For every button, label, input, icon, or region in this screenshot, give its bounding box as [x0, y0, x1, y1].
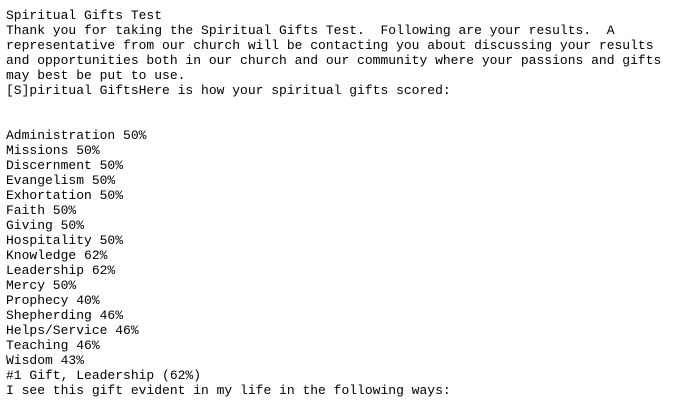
section-heading: [S]piritual GiftsHere is how your spirit…	[6, 83, 451, 98]
gift-score-item: Knowledge 62%	[6, 248, 108, 263]
gift-score-item: Faith 50%	[6, 203, 77, 218]
gift-score-item: Administration 50%	[6, 128, 147, 143]
gift-score-item: Missions 50%	[6, 143, 100, 158]
gift-score-item: Evangelism 50%	[6, 173, 116, 188]
gift-score-item: Discernment 50%	[6, 158, 124, 173]
intro-line: and opportunities both in our church and…	[6, 53, 662, 68]
gift-score-item: Leadership 62%	[6, 263, 116, 278]
gift-score-item: Mercy 50%	[6, 278, 77, 293]
gift-score-item: Prophecy 40%	[6, 293, 100, 308]
closing-line: I see this gift evident in my life in th…	[6, 383, 451, 398]
gift-score-item: Teaching 46%	[6, 338, 100, 353]
blank-spacer	[6, 98, 688, 128]
gift-score-item: Wisdom 43%	[6, 353, 85, 368]
gift-score-item: Hospitality 50%	[6, 233, 124, 248]
page-title: Spiritual Gifts Test	[6, 8, 163, 23]
top-gift: #1 Gift, Leadership (62%)	[6, 368, 202, 383]
gift-score-item: Shepherding 46%	[6, 308, 124, 323]
gift-score-item: Exhortation 50%	[6, 188, 124, 203]
results-document: Spiritual Gifts Test Thank you for takin…	[0, 0, 688, 401]
intro-line: may best be put to use.	[6, 68, 186, 83]
intro-line: representative from our church will be c…	[6, 38, 654, 53]
gift-score-item: Helps/Service 46%	[6, 323, 139, 338]
gift-score-list: Administration 50% Missions 50% Discernmen…	[6, 128, 688, 368]
gift-score-item: Giving 50%	[6, 218, 85, 233]
intro-line: Thank you for taking the Spiritual Gifts…	[6, 23, 615, 38]
